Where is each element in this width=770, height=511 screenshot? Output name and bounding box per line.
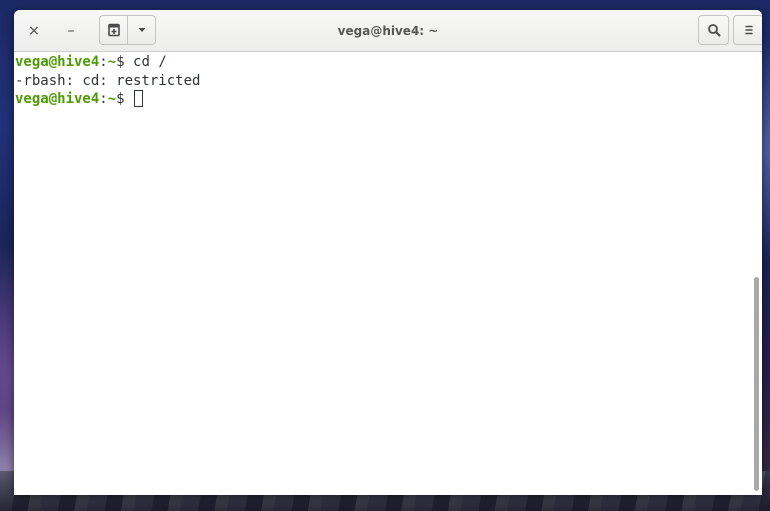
prompt-user-host: vega@hive4 [15, 91, 100, 107]
close-icon: × [28, 23, 40, 39]
terminal-tab-icon [107, 23, 120, 37]
new-tab-button-group [99, 15, 156, 45]
terminal-output[interactable]: vega@hive4:~$ cd / -rbash: cd: restricte… [14, 52, 762, 495]
minimize-button[interactable]: – [60, 20, 82, 42]
prompt-separator: : [99, 54, 108, 70]
vertical-scrollbar[interactable] [752, 54, 760, 492]
prompt-separator: : [99, 91, 108, 107]
text-cursor [134, 90, 144, 107]
search-icon [707, 24, 720, 37]
chevron-down-icon [138, 28, 145, 32]
terminal-window: × – vega@hive4: ~ vega@hive4:~$ cd / -rb… [14, 10, 762, 495]
scrollbar-thumb[interactable] [753, 276, 760, 492]
prompt-user-host: vega@hive4 [15, 54, 100, 70]
terminal-line: vega@hive4:~$ [15, 90, 762, 109]
menu-button[interactable] [733, 15, 762, 45]
prompt-symbol: $ [116, 91, 134, 107]
terminal-line: -rbash: cd: restricted [15, 72, 762, 91]
output-text: -rbash: cd: restricted [15, 72, 201, 89]
new-tab-button[interactable] [100, 16, 128, 44]
command-text: cd / [133, 54, 167, 70]
terminal-line: vega@hive4:~$ cd / [15, 53, 762, 72]
prompt-path: ~ [107, 54, 117, 70]
minimize-icon: – [67, 23, 75, 39]
search-button[interactable] [698, 15, 729, 45]
new-tab-dropdown-button[interactable] [128, 16, 155, 44]
header-bar: × – vega@hive4: ~ [14, 10, 762, 52]
close-button[interactable]: × [23, 20, 45, 42]
prompt-path: ~ [107, 91, 117, 107]
hamburger-menu-icon [745, 25, 752, 35]
prompt-symbol: $ [116, 54, 134, 70]
